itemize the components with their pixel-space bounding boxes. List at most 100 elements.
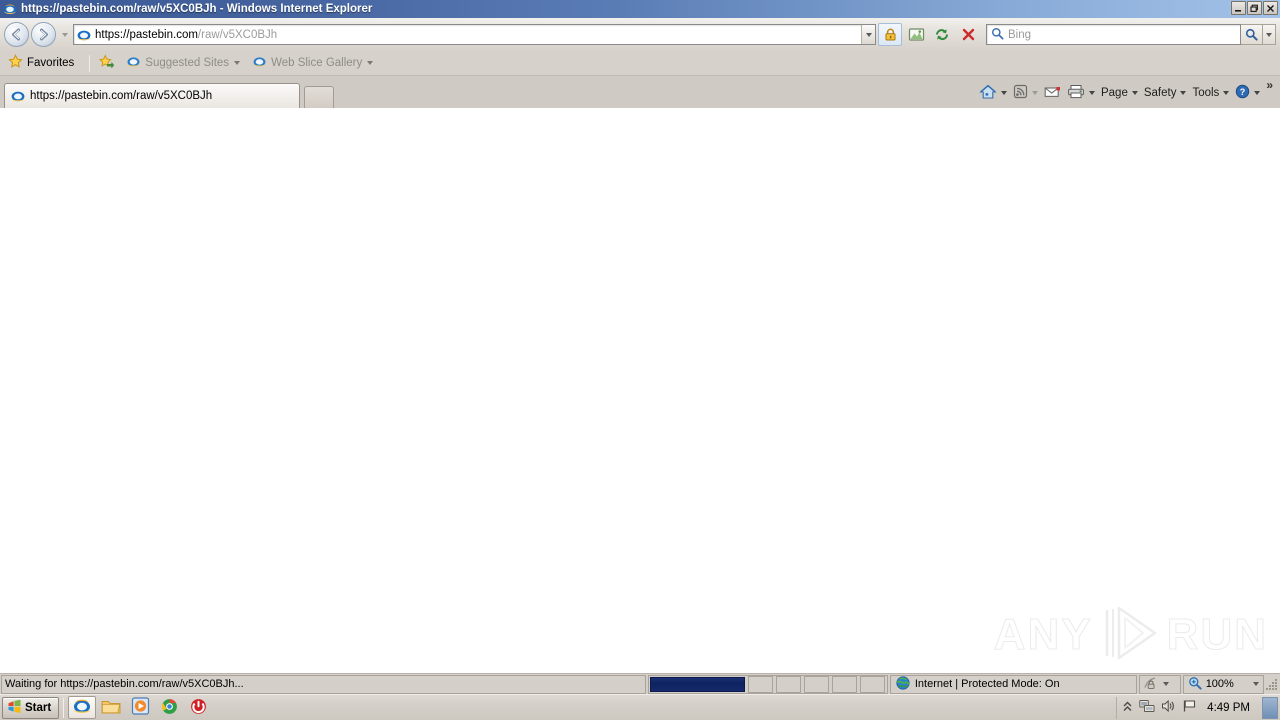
anyrun-watermark: ANY RUN bbox=[993, 604, 1268, 665]
new-tab-button[interactable] bbox=[304, 86, 334, 108]
power-button-icon bbox=[190, 698, 207, 718]
internet-explorer-icon bbox=[72, 697, 92, 719]
start-button[interactable]: Start bbox=[2, 696, 60, 719]
taskbar: Start 4:49 PM bbox=[0, 694, 1280, 720]
taskbar-app-shutdown-tool[interactable] bbox=[184, 696, 212, 719]
tools-menu-label: Tools bbox=[1192, 87, 1220, 99]
show-hidden-icons-button[interactable] bbox=[1122, 700, 1133, 716]
favorite-suggested-sites[interactable]: Suggested Sites bbox=[123, 53, 243, 73]
chevron-down-icon bbox=[367, 61, 374, 65]
favorite-label: Web Slice Gallery bbox=[271, 57, 363, 69]
tab-bar: https://pastebin.com/raw/v5XC0BJh Page S… bbox=[0, 76, 1280, 108]
mail-icon bbox=[1044, 85, 1061, 102]
feeds-button[interactable] bbox=[1010, 82, 1041, 104]
address-bar-text[interactable]: https://pastebin.com/raw/v5XC0BJh bbox=[95, 29, 861, 41]
tab-favicon-icon bbox=[10, 88, 26, 104]
print-button[interactable] bbox=[1064, 82, 1098, 104]
help-question-icon: ? bbox=[1235, 84, 1250, 102]
compatibility-view-button[interactable] bbox=[904, 23, 928, 46]
address-dropdown-button[interactable] bbox=[861, 25, 875, 44]
chevron-down-icon[interactable] bbox=[1253, 682, 1260, 686]
command-bar-overflow-button[interactable]: » bbox=[1263, 78, 1276, 92]
stop-x-icon bbox=[962, 28, 974, 41]
progress-cell bbox=[747, 675, 773, 693]
back-button[interactable] bbox=[4, 22, 29, 47]
clock[interactable]: 4:49 PM bbox=[1207, 702, 1250, 714]
progress-fill bbox=[649, 676, 745, 692]
zoom-magnifier-icon bbox=[1188, 676, 1202, 693]
status-bar: Waiting for https://pastebin.com/raw/v5X… bbox=[0, 673, 1280, 694]
zoom-level-label: 100% bbox=[1205, 678, 1234, 690]
printer-icon bbox=[1067, 84, 1085, 102]
read-mail-button[interactable] bbox=[1041, 82, 1064, 104]
security-zone-text: Internet | Protected Mode: On bbox=[914, 678, 1060, 690]
chevron-down-icon bbox=[1180, 91, 1187, 95]
watermark-text-left: ANY bbox=[993, 609, 1093, 659]
system-tray: 4:49 PM bbox=[1116, 696, 1280, 719]
tools-menu-button[interactable]: Tools bbox=[1189, 82, 1232, 104]
safety-menu-button[interactable]: Safety bbox=[1141, 82, 1190, 104]
window-controls bbox=[1231, 1, 1278, 15]
compatibility-view-icon bbox=[908, 28, 924, 41]
page-viewport[interactable]: ANY RUN bbox=[0, 108, 1280, 673]
google-chrome-icon bbox=[161, 698, 178, 718]
page-load-progress-bar bbox=[647, 674, 888, 694]
forward-button[interactable] bbox=[31, 22, 56, 47]
search-options-button[interactable] bbox=[1263, 24, 1276, 45]
chevron-down-icon bbox=[1000, 91, 1007, 95]
recent-pages-button[interactable] bbox=[59, 22, 70, 47]
taskbar-app-media-player[interactable] bbox=[126, 696, 154, 719]
ie-favicon-icon bbox=[126, 54, 141, 72]
network-icon[interactable] bbox=[1139, 699, 1155, 716]
stop-button[interactable] bbox=[956, 23, 980, 46]
search-input[interactable]: Bing bbox=[1008, 29, 1031, 41]
browser-tab-active[interactable]: https://pastebin.com/raw/v5XC0BJh bbox=[4, 83, 300, 108]
refresh-button[interactable] bbox=[930, 23, 954, 46]
search-icon bbox=[1245, 28, 1258, 41]
taskbar-app-google-chrome[interactable] bbox=[155, 696, 183, 719]
navigation-bar: https://pastebin.com/raw/v5XC0BJh Bing bbox=[0, 18, 1280, 51]
anyrun-play-logo-icon bbox=[1099, 604, 1161, 665]
start-label: Start bbox=[25, 701, 52, 714]
progress-cell bbox=[803, 675, 829, 693]
forward-arrow-icon bbox=[40, 28, 48, 41]
action-center-flag-icon[interactable] bbox=[1182, 699, 1197, 716]
chevron-down-icon bbox=[865, 32, 872, 37]
star-icon bbox=[8, 54, 23, 72]
chevron-down-icon bbox=[1131, 91, 1138, 95]
resize-grip[interactable] bbox=[1266, 675, 1280, 694]
favorites-center-button[interactable]: Favorites bbox=[5, 53, 77, 73]
show-desktop-button[interactable] bbox=[1262, 696, 1278, 719]
address-path: /raw/v5XC0BJh bbox=[197, 28, 278, 41]
home-button[interactable] bbox=[976, 82, 1010, 104]
ie-logo-icon bbox=[3, 2, 17, 16]
security-zone-indicator[interactable]: Internet | Protected Mode: On bbox=[889, 674, 1137, 694]
taskbar-app-internet-explorer[interactable] bbox=[68, 696, 97, 719]
progress-cells bbox=[747, 675, 885, 693]
address-favicon-icon bbox=[76, 27, 92, 43]
ie-browser-window: https://pastebin.com/raw/v5XC0BJh - Wind… bbox=[0, 0, 1280, 720]
chevron-down-icon bbox=[1088, 91, 1095, 95]
chevron-down-icon bbox=[234, 61, 241, 65]
search-icon bbox=[991, 27, 1004, 43]
add-to-favorites-bar-button[interactable] bbox=[96, 53, 117, 73]
search-box[interactable]: Bing bbox=[986, 24, 1241, 45]
refresh-icon bbox=[936, 29, 948, 41]
security-lock-button[interactable] bbox=[878, 23, 902, 46]
address-bar[interactable]: https://pastebin.com/raw/v5XC0BJh bbox=[73, 24, 876, 45]
search-go-button[interactable] bbox=[1241, 24, 1263, 45]
minimize-button[interactable] bbox=[1231, 1, 1246, 15]
zoom-control[interactable]: 100% bbox=[1182, 674, 1265, 694]
close-button[interactable] bbox=[1263, 1, 1278, 15]
volume-icon[interactable] bbox=[1161, 699, 1176, 716]
privacy-report-button[interactable] bbox=[1138, 674, 1181, 694]
privacy-lock-icon bbox=[1144, 676, 1159, 693]
restore-button[interactable] bbox=[1247, 1, 1262, 15]
page-menu-button[interactable]: Page bbox=[1098, 82, 1141, 104]
favorites-divider bbox=[89, 54, 91, 72]
taskbar-app-windows-explorer[interactable] bbox=[97, 696, 125, 719]
windows-logo-icon bbox=[7, 699, 22, 717]
help-menu-button[interactable]: ? bbox=[1232, 82, 1263, 104]
favorite-web-slice-gallery[interactable]: Web Slice Gallery bbox=[249, 53, 376, 73]
chevron-down-icon bbox=[1223, 91, 1230, 95]
